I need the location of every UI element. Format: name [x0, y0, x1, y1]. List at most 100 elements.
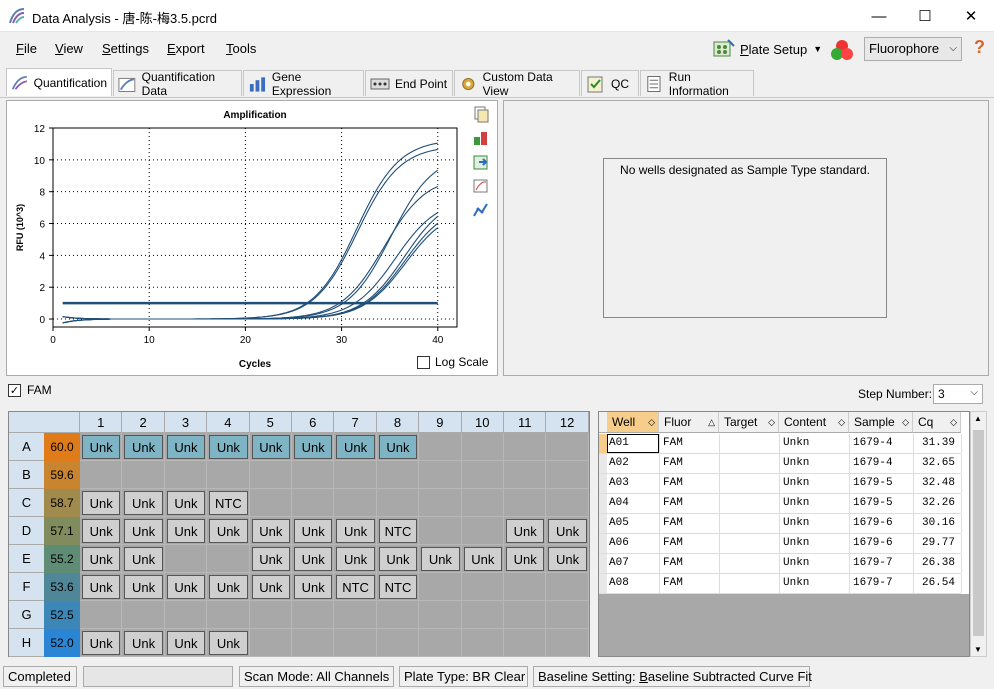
- plate-row-header[interactable]: E: [9, 545, 44, 573]
- table-row[interactable]: A02 FAM Unkn 1679-4 32.65: [599, 454, 962, 474]
- plate-cell[interactable]: [249, 629, 292, 657]
- row-selector[interactable]: [599, 494, 607, 513]
- plate-well[interactable]: Unk: [548, 519, 587, 543]
- plate-well[interactable]: Unk: [506, 547, 545, 571]
- plate-cell[interactable]: [207, 461, 250, 489]
- grid-column-header[interactable]: Target ◇: [719, 412, 779, 433]
- plate-row-header[interactable]: F: [9, 573, 44, 601]
- plate-well[interactable]: Unk: [124, 435, 163, 459]
- plate-column-header[interactable]: 1: [80, 412, 123, 433]
- table-row[interactable]: A05 FAM Unkn 1679-6 30.16: [599, 514, 962, 534]
- plate-cell[interactable]: [292, 461, 335, 489]
- color-settings-icon[interactable]: [473, 129, 489, 147]
- grid-column-header[interactable]: Cq ◇: [913, 412, 961, 433]
- plate-row-header[interactable]: C: [9, 489, 44, 517]
- plate-well[interactable]: Unk: [82, 631, 121, 655]
- plate-cell[interactable]: [292, 601, 335, 629]
- plate-well[interactable]: Unk: [82, 435, 121, 459]
- plate-cell[interactable]: [419, 489, 462, 517]
- plate-well[interactable]: Unk: [251, 575, 290, 599]
- plate-well[interactable]: Unk: [209, 631, 248, 655]
- plate-well[interactable]: Unk: [166, 519, 206, 543]
- help-icon[interactable]: ?: [974, 37, 985, 58]
- plate-well[interactable]: Unk: [463, 547, 502, 571]
- vertical-scrollbar[interactable]: ▲ ▼: [970, 411, 987, 657]
- plate-well[interactable]: Unk: [166, 575, 206, 599]
- plate-well[interactable]: Unk: [251, 435, 290, 459]
- plate-cell[interactable]: [376, 629, 420, 657]
- plate-column-header[interactable]: 4: [207, 412, 250, 433]
- menu-view[interactable]: View: [55, 41, 83, 56]
- plate-well[interactable]: Unk: [548, 547, 587, 571]
- plate-column-header[interactable]: 3: [164, 412, 208, 433]
- tab-quantification-data[interactable]: Quantification Data: [113, 70, 242, 98]
- tab-quantification[interactable]: Quantification: [6, 68, 112, 96]
- plate-column-header[interactable]: 5: [249, 412, 292, 433]
- zoom-chart-icon[interactable]: [473, 177, 489, 195]
- plate-row-header[interactable]: B: [9, 461, 44, 489]
- grid-column-header[interactable]: Well ◇: [607, 412, 659, 433]
- grid-column-header[interactable]: Content ◇: [779, 412, 849, 433]
- plate-cell[interactable]: [461, 573, 504, 601]
- plate-cell[interactable]: [461, 601, 504, 629]
- plate-cell[interactable]: [292, 489, 335, 517]
- plate-cell[interactable]: [80, 601, 123, 629]
- plate-cell[interactable]: [419, 573, 462, 601]
- table-row[interactable]: A08 FAM Unkn 1679-7 26.54: [599, 574, 962, 594]
- plate-well[interactable]: NTC: [378, 575, 418, 599]
- plate-cell[interactable]: [461, 433, 504, 461]
- dye-colors-icon[interactable]: [829, 38, 855, 62]
- plate-well[interactable]: NTC: [378, 519, 418, 543]
- plate-cell[interactable]: [461, 461, 504, 489]
- plate-cell[interactable]: [122, 461, 165, 489]
- plate-well[interactable]: Unk: [506, 519, 545, 543]
- grid-column-header[interactable]: Fluor △: [659, 412, 719, 433]
- plate-cell[interactable]: [376, 461, 420, 489]
- tab-gene-expression[interactable]: Gene Expression: [243, 70, 364, 98]
- plate-cell[interactable]: [504, 573, 547, 601]
- scroll-down-icon[interactable]: ▼: [974, 645, 982, 654]
- plate-cell[interactable]: [207, 545, 250, 573]
- plate-column-header[interactable]: 6: [292, 412, 335, 433]
- plate-cell[interactable]: [164, 601, 208, 629]
- plate-cell[interactable]: [164, 545, 208, 573]
- plate-cell[interactable]: [504, 629, 547, 657]
- plate-well[interactable]: Unk: [124, 575, 163, 599]
- plate-well[interactable]: Unk: [124, 519, 163, 543]
- menu-tools[interactable]: Tools: [226, 41, 256, 56]
- plate-column-header[interactable]: 2: [122, 412, 165, 433]
- plate-well[interactable]: Unk: [336, 519, 375, 543]
- scroll-thumb[interactable]: [973, 430, 984, 636]
- plate-well[interactable]: Unk: [166, 491, 206, 515]
- plate-cell[interactable]: [546, 489, 589, 517]
- row-selector[interactable]: [599, 554, 607, 573]
- plate-well[interactable]: Unk: [294, 575, 333, 599]
- plate-well[interactable]: Unk: [82, 547, 121, 571]
- plate-well[interactable]: Unk: [378, 435, 418, 459]
- fam-checkbox[interactable]: ✓: [8, 383, 21, 397]
- plate-cell[interactable]: [80, 461, 123, 489]
- menu-export[interactable]: Export: [167, 41, 205, 56]
- plate-column-header[interactable]: 7: [334, 412, 377, 433]
- plate-cell[interactable]: [461, 489, 504, 517]
- plate-well[interactable]: Unk: [82, 491, 121, 515]
- tab-qc[interactable]: QC: [581, 70, 639, 96]
- plate-cell[interactable]: [419, 433, 462, 461]
- row-selector[interactable]: [599, 534, 607, 553]
- plate-cell[interactable]: [504, 461, 547, 489]
- menu-file[interactable]: File: [16, 41, 37, 56]
- plate-cell[interactable]: [546, 629, 589, 657]
- table-row[interactable]: A01 FAM Unkn 1679-4 31.39: [599, 434, 962, 454]
- plate-row-header[interactable]: G: [9, 601, 44, 629]
- log-scale-checkbox[interactable]: [417, 355, 430, 369]
- table-row[interactable]: A06 FAM Unkn 1679-6 29.77: [599, 534, 962, 554]
- tab-custom-data-view[interactable]: Custom Data View: [454, 70, 580, 98]
- plate-well[interactable]: Unk: [209, 519, 248, 543]
- plate-row-header[interactable]: D: [9, 517, 44, 545]
- plate-column-header[interactable]: 12: [546, 412, 589, 433]
- row-selector[interactable]: [599, 454, 607, 473]
- plate-cell[interactable]: [249, 601, 292, 629]
- plate-row-header[interactable]: A: [9, 433, 44, 461]
- maximize-button[interactable]: ☐: [902, 0, 948, 32]
- plate-well[interactable]: Unk: [294, 435, 333, 459]
